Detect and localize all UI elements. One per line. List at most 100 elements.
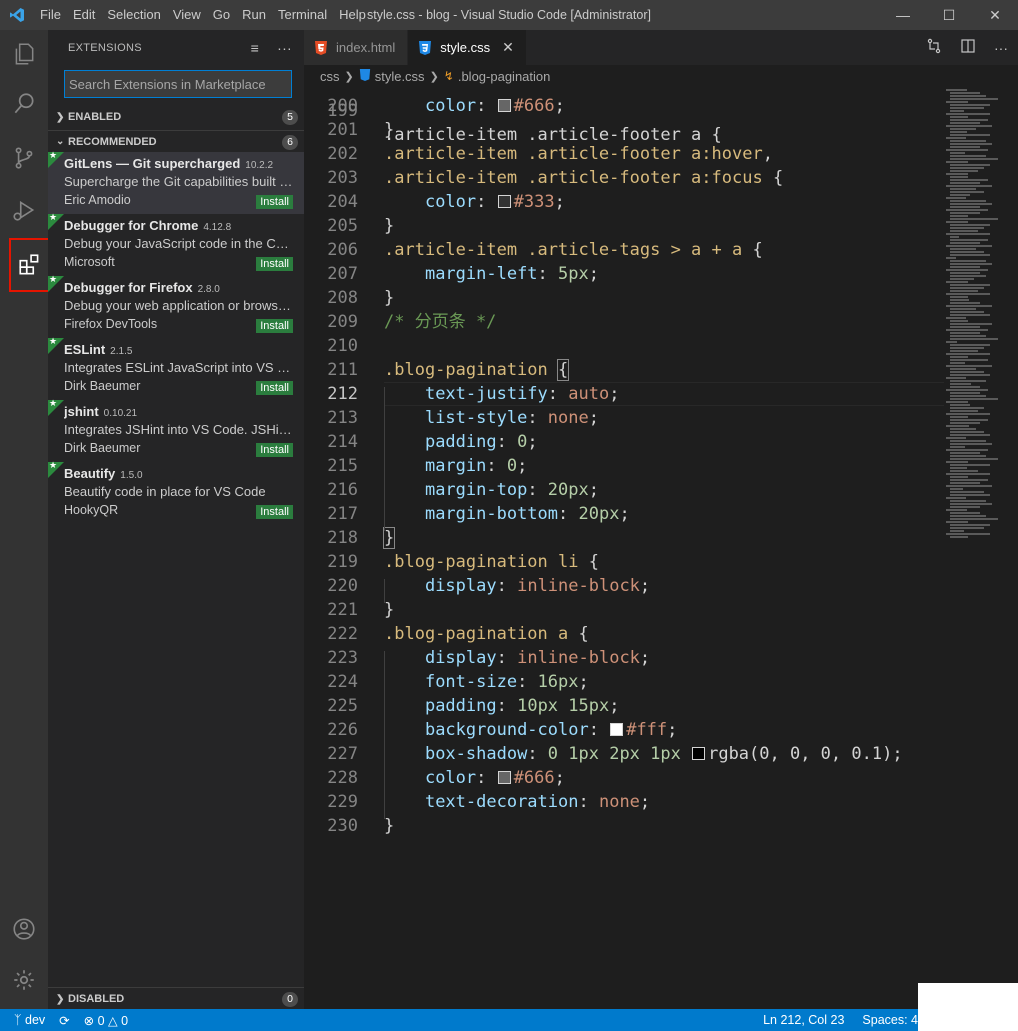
section-disabled[interactable]: ❯ DISABLED 0 xyxy=(48,988,304,1010)
extensions-icon[interactable] xyxy=(9,238,51,292)
menu-item-view[interactable]: View xyxy=(167,0,207,30)
install-button[interactable]: Install xyxy=(256,443,293,457)
breadcrumb-symbol[interactable]: .blog-pagination xyxy=(458,69,551,84)
line-number: 222 xyxy=(327,624,358,644)
maximize-button[interactable]: ☐ xyxy=(926,0,972,30)
minimize-button[interactable]: — xyxy=(880,0,926,30)
extension-item[interactable]: ★ ESLint 2.1.5 Integrates ESLint JavaScript… xyxy=(48,336,304,400)
code-token: ; xyxy=(554,768,565,788)
minimap-line xyxy=(950,440,986,442)
menu-item-run[interactable]: Run xyxy=(236,0,272,30)
minimap[interactable] xyxy=(944,87,1018,557)
close-window-button[interactable]: ✕ xyxy=(972,0,1018,30)
minimap-line xyxy=(950,326,980,328)
run-debug-icon[interactable] xyxy=(0,186,48,234)
code-text: padding: 0; xyxy=(384,430,538,454)
settings-gear-icon[interactable] xyxy=(0,956,48,1004)
minimap-line xyxy=(950,398,998,400)
extension-item[interactable]: ★ jshint 0.10.21 Integrates JSHint into VS … xyxy=(48,398,304,462)
code-line: 213 list-style: none; xyxy=(304,406,944,430)
code-token: } xyxy=(384,600,395,620)
minimap-line xyxy=(946,401,968,403)
tab-index-html[interactable]: index.html xyxy=(304,30,409,65)
code-token: color xyxy=(424,192,477,212)
breadcrumb: css ❯ style.css ❯ ↯ .blog-pagination xyxy=(304,65,1018,87)
cursor-position[interactable]: Ln 212, Col 23 xyxy=(763,1013,844,1027)
minimap-line xyxy=(950,179,988,181)
extension-item[interactable]: ★ Beautify 1.5.0 Beautify code in place for… xyxy=(48,460,304,524)
minimap-line xyxy=(950,194,970,196)
section-recommended-count: 6 xyxy=(282,135,298,150)
more-actions-icon[interactable]: ··· xyxy=(277,40,292,56)
minimap-line xyxy=(950,362,965,364)
color-swatch[interactable] xyxy=(497,771,511,784)
color-swatch[interactable] xyxy=(497,195,511,208)
minimap-line xyxy=(950,230,978,232)
tab-label: index.html xyxy=(336,40,396,55)
minimap-line xyxy=(950,155,986,157)
branch-indicator[interactable]: ᛉ dev xyxy=(14,1013,45,1027)
accounts-icon[interactable] xyxy=(0,905,48,953)
code-editor[interactable]: 199 .article-item .article-footer a { 20… xyxy=(304,87,1018,1009)
minimap-line xyxy=(946,449,988,451)
source-control-icon[interactable] xyxy=(0,134,48,182)
chevron-down-icon: ⌄ xyxy=(56,136,65,147)
problems-indicator[interactable]: ⊗ 0 △ 0 xyxy=(84,1013,128,1028)
menu-item-go[interactable]: Go xyxy=(207,0,236,30)
code-text: margin-top: 20px; xyxy=(384,478,599,502)
minimap-line xyxy=(950,146,980,148)
extensions-search-input[interactable] xyxy=(65,71,291,97)
install-button[interactable]: Install xyxy=(256,505,293,519)
minimap-line xyxy=(950,131,967,133)
more-actions-icon[interactable]: ··· xyxy=(994,40,1008,56)
color-swatch[interactable] xyxy=(692,747,706,760)
split-editor-icon[interactable] xyxy=(960,38,976,57)
clear-list-icon[interactable]: ≡ xyxy=(251,40,259,56)
extension-item[interactable]: ★ Debugger for Chrome 4.12.8 Debug your Jav… xyxy=(48,212,304,276)
tab-style-css[interactable]: style.css ✕ xyxy=(408,30,527,65)
minimap-line xyxy=(950,356,968,358)
extension-item[interactable]: ★ Debugger for Firefox 2.8.0 Debug your web… xyxy=(48,274,304,338)
search-icon[interactable] xyxy=(0,80,48,128)
breadcrumb-folder[interactable]: css xyxy=(320,69,340,84)
code-text: background-color: #fff; xyxy=(384,718,677,742)
install-button[interactable]: Install xyxy=(256,195,293,209)
extension-item[interactable]: ★ GitLens — Git supercharged 10.2.2 Superch… xyxy=(48,150,304,214)
indentation-setting[interactable]: Spaces: 4 xyxy=(862,1013,918,1027)
menu-item-terminal[interactable]: Terminal xyxy=(272,0,333,30)
menu-item-file[interactable]: File xyxy=(34,0,67,30)
sync-icon[interactable]: ⟳ xyxy=(59,1013,69,1028)
menu-item-edit[interactable]: Edit xyxy=(67,0,101,30)
explorer-icon[interactable] xyxy=(0,30,48,78)
minimap-line xyxy=(950,458,998,460)
indent-guide xyxy=(384,579,385,603)
code-text: text-decoration: none; xyxy=(384,790,650,814)
minimap-line xyxy=(946,497,966,499)
code-token: : xyxy=(476,192,497,212)
install-button[interactable]: Install xyxy=(256,257,293,271)
install-button[interactable]: Install xyxy=(256,319,293,333)
open-changes-icon[interactable] xyxy=(926,38,942,57)
section-enabled[interactable]: ❯ ENABLED 5 xyxy=(48,106,304,128)
section-recommended[interactable]: ⌄ RECOMMENDED 6 xyxy=(48,130,304,152)
menu-item-help[interactable]: Help xyxy=(333,0,372,30)
extension-name: Debugger for Chrome xyxy=(64,218,199,233)
breadcrumb-file[interactable]: style.css xyxy=(375,69,425,84)
code-text: } xyxy=(384,118,394,142)
menu-item-selection[interactable]: Selection xyxy=(101,0,166,30)
minimap-line xyxy=(950,92,980,94)
color-swatch[interactable] xyxy=(610,723,624,736)
install-button[interactable]: Install xyxy=(256,381,293,395)
close-tab-icon[interactable]: ✕ xyxy=(502,39,514,56)
color-swatch[interactable] xyxy=(497,99,511,112)
line-number: 225 xyxy=(327,696,358,716)
